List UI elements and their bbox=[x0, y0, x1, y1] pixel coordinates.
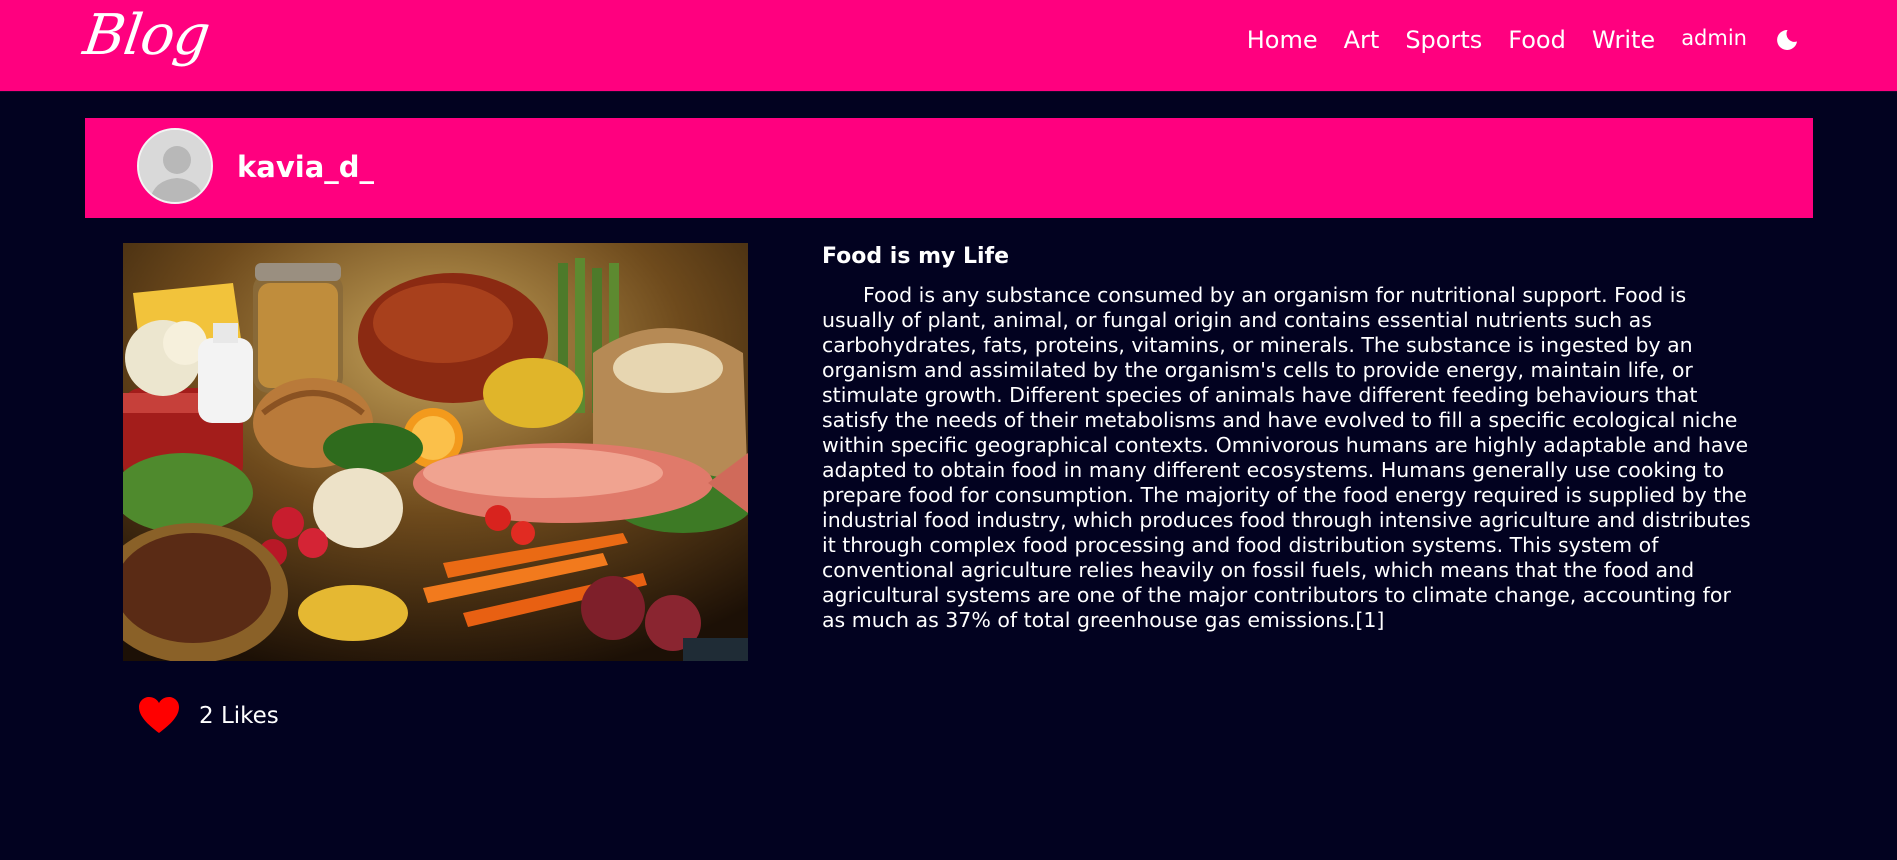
heart-icon bbox=[139, 697, 179, 733]
nav-links: Home Art Sports Food Write admin bbox=[1247, 0, 1897, 80]
theme-toggle-button[interactable] bbox=[1775, 28, 1799, 52]
nav-user-admin[interactable]: admin bbox=[1681, 26, 1747, 50]
default-avatar-icon bbox=[139, 130, 211, 202]
likes-section: 2 Likes bbox=[139, 697, 279, 735]
avatar[interactable] bbox=[137, 128, 213, 204]
profile-username[interactable]: kavia_d_ bbox=[237, 150, 374, 184]
post-body: Food is any substance consumed by an org… bbox=[822, 283, 1751, 632]
nav-link-sports[interactable]: Sports bbox=[1405, 26, 1482, 54]
like-button[interactable] bbox=[139, 697, 179, 735]
profile-banner: kavia_d_ bbox=[85, 118, 1813, 218]
nav-link-food[interactable]: Food bbox=[1508, 26, 1566, 54]
likes-count: 2 Likes bbox=[199, 703, 279, 729]
post-title: Food is my Life bbox=[822, 244, 1010, 269]
food-photo bbox=[123, 243, 748, 661]
post-image bbox=[123, 243, 748, 661]
nav-link-write[interactable]: Write bbox=[1592, 26, 1655, 54]
blog-logo[interactable]: Blog bbox=[80, 3, 214, 68]
moon-icon bbox=[1777, 29, 1797, 50]
nav-link-art[interactable]: Art bbox=[1344, 26, 1380, 54]
nav-link-home[interactable]: Home bbox=[1247, 26, 1318, 54]
navbar: Blog Home Art Sports Food Write admin bbox=[0, 0, 1897, 92]
